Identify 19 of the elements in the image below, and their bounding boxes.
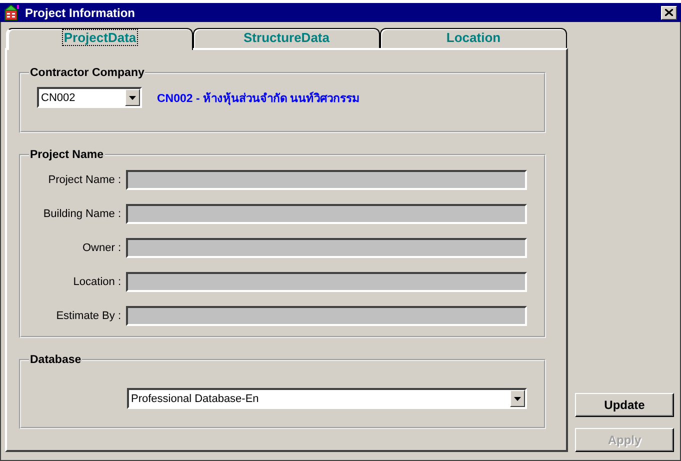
field-label: Estimate By :: [55, 310, 121, 322]
window-title: Project Information: [25, 6, 136, 20]
field-label: Building Name :: [42, 208, 121, 220]
group-title: Database: [29, 354, 82, 366]
close-button[interactable]: [661, 6, 677, 20]
database-dropdown[interactable]: Professional Database-En: [127, 388, 527, 409]
company-description: CN002 - ห้างหุ้นส่วนจำกัด นนท์วิศวกรรม: [157, 90, 360, 106]
group-title: Project Name: [29, 149, 105, 161]
field-label: Owner :: [81, 242, 121, 254]
tab[interactable]: ProjectData: [6, 28, 193, 50]
tab[interactable]: StructureData: [193, 28, 380, 48]
company-dropdown[interactable]: CN002: [37, 87, 142, 108]
building-icon: [4, 4, 20, 20]
field-label: Location :: [72, 276, 121, 288]
field-label: Project Name :: [47, 174, 121, 186]
tab[interactable]: Location: [380, 28, 567, 48]
close-icon: [665, 9, 673, 16]
dialog-button[interactable]: Update: [575, 393, 674, 417]
group-title: Contractor Company: [29, 67, 146, 79]
